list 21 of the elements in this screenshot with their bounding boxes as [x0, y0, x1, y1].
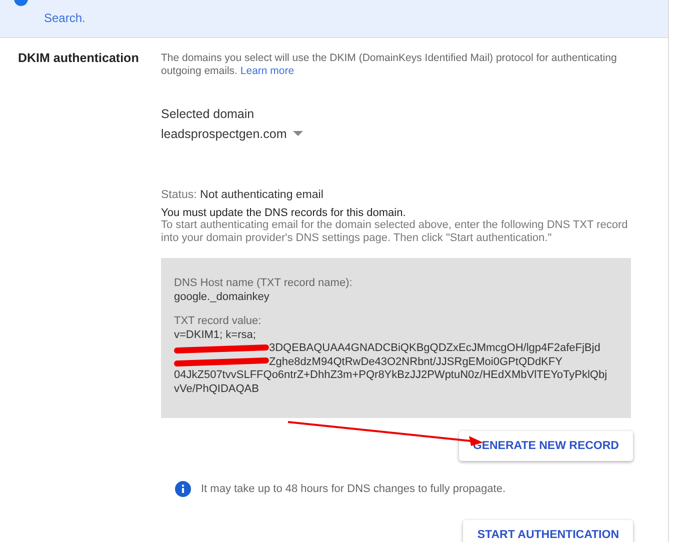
notice-body: To start authenticating email for the domain selected above, enter the following DNS TXT record into your domain provider's DNS settings page. Then click "Start authentication." — [161, 219, 629, 245]
section-label: DKIM authentication — [17, 50, 140, 67]
host-label: DNS Host name (TXT record name): — [174, 277, 354, 290]
notice-title: You must update the DNS records for this domain. — [161, 207, 407, 219]
status-label: Status: — [161, 189, 197, 201]
record-value-line: vVe/PhQIDAQAB — [174, 382, 259, 396]
start-authentication-button[interactable]: START AUTHENTICATION — [463, 520, 633, 542]
host-value: google._domainkey — [174, 290, 270, 304]
caret-icon — [292, 131, 303, 137]
section-description: The domains you select will use the DKIM (DomainKeys Identified Mail) protocol for authenticating outgoing emails. Learn more — [161, 52, 618, 78]
info-message: It may take up to 48 hours for DNS changes to fully propagate. — [201, 483, 506, 495]
record-value-line: 3DQEBAQUAA4GNADCBiQKBgQDZxEcJMmcgOH/lgp4F2afeFjBjd — [269, 342, 600, 356]
status-value: Not authenticating email — [200, 189, 324, 201]
learn-more-link[interactable]: Learn more — [240, 65, 294, 77]
record-value-line: 04JkZ507tvvSLFFQo6ntrZ+DhhZ3m+PQr8YkBzJJ2PWptuN0z/HEdXMbVlTEYoTyPklQbj — [174, 369, 608, 382]
record-value-label: TXT record value: — [174, 315, 262, 328]
record-value-line: Zghe8dzM94QtRwDe43O2NRbnt/JJSRgEMoi0GPtQDdKFY — [269, 356, 562, 369]
search-link[interactable]: Search. — [44, 11, 86, 25]
domain-label: Selected domain — [161, 107, 256, 121]
record-value-line: v=DKIM1; k=rsa; — [174, 328, 256, 342]
domain-dropdown[interactable]: leadsprospectgen.com — [161, 127, 303, 141]
